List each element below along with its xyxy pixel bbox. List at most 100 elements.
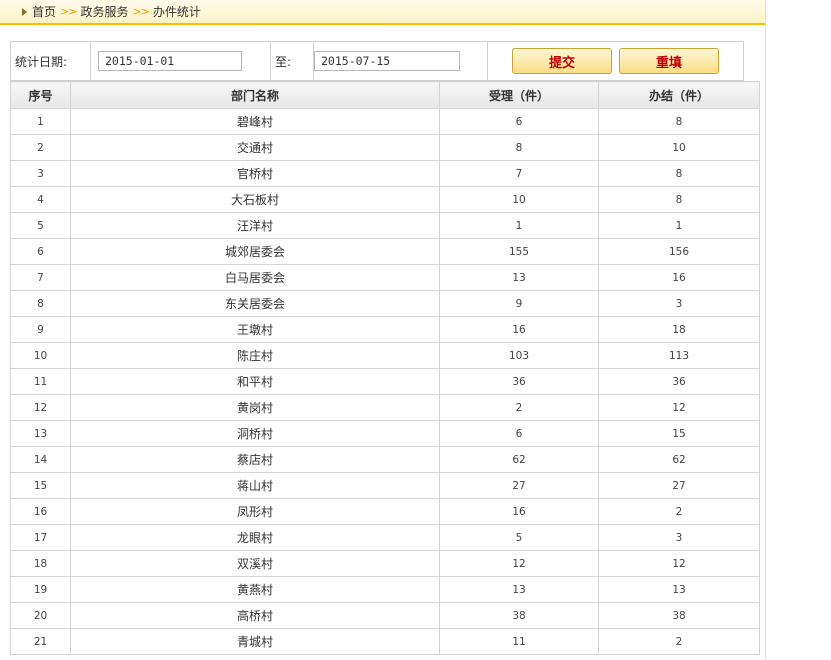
cell-completed: 36 <box>598 368 760 395</box>
cell-department: 黄岗村 <box>70 394 440 421</box>
breadcrumb-section-link[interactable]: 政务服务 <box>80 3 128 20</box>
cell-accepted: 8 <box>439 134 599 161</box>
cell-completed: 2 <box>598 498 760 525</box>
cell-department: 和平村 <box>70 368 440 395</box>
header-department: 部门名称 <box>70 81 440 109</box>
cell-completed: 2 <box>598 628 760 655</box>
breadcrumb-separator: >> <box>132 5 149 18</box>
table-row: 17 龙眼村 5 3 <box>10 524 760 551</box>
cell-accepted: 12 <box>439 550 599 577</box>
table-row: 12 黄岗村 2 12 <box>10 394 760 421</box>
table-row: 15 蒋山村 27 27 <box>10 472 760 499</box>
cell-index: 6 <box>10 238 71 265</box>
header-completed: 办结（件） <box>598 81 760 109</box>
cell-index: 21 <box>10 628 71 655</box>
cell-accepted: 13 <box>439 264 599 291</box>
cell-completed: 13 <box>598 576 760 603</box>
table-row: 1 碧峰村 6 8 <box>10 108 760 135</box>
stats-table: 序号 部门名称 受理（件） 办结（件） 1 碧峰村 6 8 2 交通村 8 10 3 官桥村 7 8 4… <box>10 81 760 655</box>
cell-completed: 8 <box>598 108 760 135</box>
start-date-input[interactable] <box>98 51 242 71</box>
cell-completed: 12 <box>598 550 760 577</box>
cell-accepted: 1 <box>439 212 599 239</box>
cell-accepted: 16 <box>439 498 599 525</box>
table-row: 11 和平村 36 36 <box>10 368 760 395</box>
table-row: 14 蔡店村 62 62 <box>10 446 760 473</box>
cell-index: 18 <box>10 550 71 577</box>
date-label: 统计日期: <box>15 54 68 69</box>
cell-department: 蒋山村 <box>70 472 440 499</box>
table-row: 13 洞桥村 6 15 <box>10 420 760 447</box>
cell-index: 1 <box>10 108 71 135</box>
page: 首页 >> 政务服务 >> 办件统计 统计日期: 至: 提交 重填 <box>0 0 831 660</box>
table-row: 9 王墩村 16 18 <box>10 316 760 343</box>
reset-button[interactable]: 重填 <box>619 48 719 74</box>
cell-accepted: 6 <box>439 420 599 447</box>
table-row: 4 大石板村 10 8 <box>10 186 760 213</box>
table-row: 5 汪洋村 1 1 <box>10 212 760 239</box>
table-row: 6 城郊居委会 155 156 <box>10 238 760 265</box>
cell-department: 城郊居委会 <box>70 238 440 265</box>
cell-completed: 10 <box>598 134 760 161</box>
cell-department: 双溪村 <box>70 550 440 577</box>
cell-completed: 38 <box>598 602 760 629</box>
cell-index: 16 <box>10 498 71 525</box>
end-date-input[interactable] <box>314 51 460 71</box>
cell-completed: 62 <box>598 446 760 473</box>
start-date-cell <box>91 42 271 80</box>
cell-index: 12 <box>10 394 71 421</box>
header-index: 序号 <box>10 81 71 109</box>
cell-index: 11 <box>10 368 71 395</box>
cell-department: 王墩村 <box>70 316 440 343</box>
table-row: 16 凤形村 16 2 <box>10 498 760 525</box>
breadcrumb-current: 办件统计 <box>152 5 201 19</box>
cell-accepted: 10 <box>439 186 599 213</box>
cell-accepted: 62 <box>439 446 599 473</box>
table-header-row: 序号 部门名称 受理（件） 办结（件） <box>10 81 760 109</box>
to-label: 至: <box>275 54 292 69</box>
cell-index: 4 <box>10 186 71 213</box>
cell-department: 高桥村 <box>70 602 440 629</box>
cell-department: 汪洋村 <box>70 212 440 239</box>
table-body: 1 碧峰村 6 8 2 交通村 8 10 3 官桥村 7 8 4 大石板村 10 8 5 汪洋村 1 1 6 城郊居委会 1… <box>10 108 760 655</box>
cell-index: 17 <box>10 524 71 551</box>
cell-completed: 18 <box>598 316 760 343</box>
submit-button[interactable]: 提交 <box>512 48 612 74</box>
table-row: 3 官桥村 7 8 <box>10 160 760 187</box>
cell-accepted: 36 <box>439 368 599 395</box>
cell-completed: 8 <box>598 186 760 213</box>
cell-department: 碧峰村 <box>70 108 440 135</box>
triangle-right-icon <box>22 7 27 16</box>
cell-index: 10 <box>10 342 71 369</box>
table-row: 2 交通村 8 10 <box>10 134 760 161</box>
cell-accepted: 7 <box>439 160 599 187</box>
right-border <box>765 0 766 660</box>
to-label-cell: 至: <box>271 42 314 80</box>
cell-accepted: 27 <box>439 472 599 499</box>
cell-completed: 8 <box>598 160 760 187</box>
cell-department: 交通村 <box>70 134 440 161</box>
cell-completed: 1 <box>598 212 760 239</box>
cell-accepted: 6 <box>439 108 599 135</box>
cell-index: 8 <box>10 290 71 317</box>
cell-department: 官桥村 <box>70 160 440 187</box>
cell-accepted: 11 <box>439 628 599 655</box>
cell-department: 东关居委会 <box>70 290 440 317</box>
table-row: 8 东关居委会 9 3 <box>10 290 760 317</box>
breadcrumb-separator: >> <box>60 5 77 18</box>
cell-department: 青城村 <box>70 628 440 655</box>
cell-accepted: 16 <box>439 316 599 343</box>
cell-department: 洞桥村 <box>70 420 440 447</box>
table-row: 7 白马居委会 13 16 <box>10 264 760 291</box>
cell-index: 20 <box>10 602 71 629</box>
cell-index: 3 <box>10 160 71 187</box>
breadcrumb-home-link[interactable]: 首页 <box>32 3 56 20</box>
cell-accepted: 5 <box>439 524 599 551</box>
table-row: 10 陈庄村 103 113 <box>10 342 760 369</box>
cell-index: 7 <box>10 264 71 291</box>
cell-department: 龙眼村 <box>70 524 440 551</box>
cell-department: 蔡店村 <box>70 446 440 473</box>
header-accepted: 受理（件） <box>439 81 599 109</box>
table-row: 20 高桥村 38 38 <box>10 602 760 629</box>
cell-department: 陈庄村 <box>70 342 440 369</box>
